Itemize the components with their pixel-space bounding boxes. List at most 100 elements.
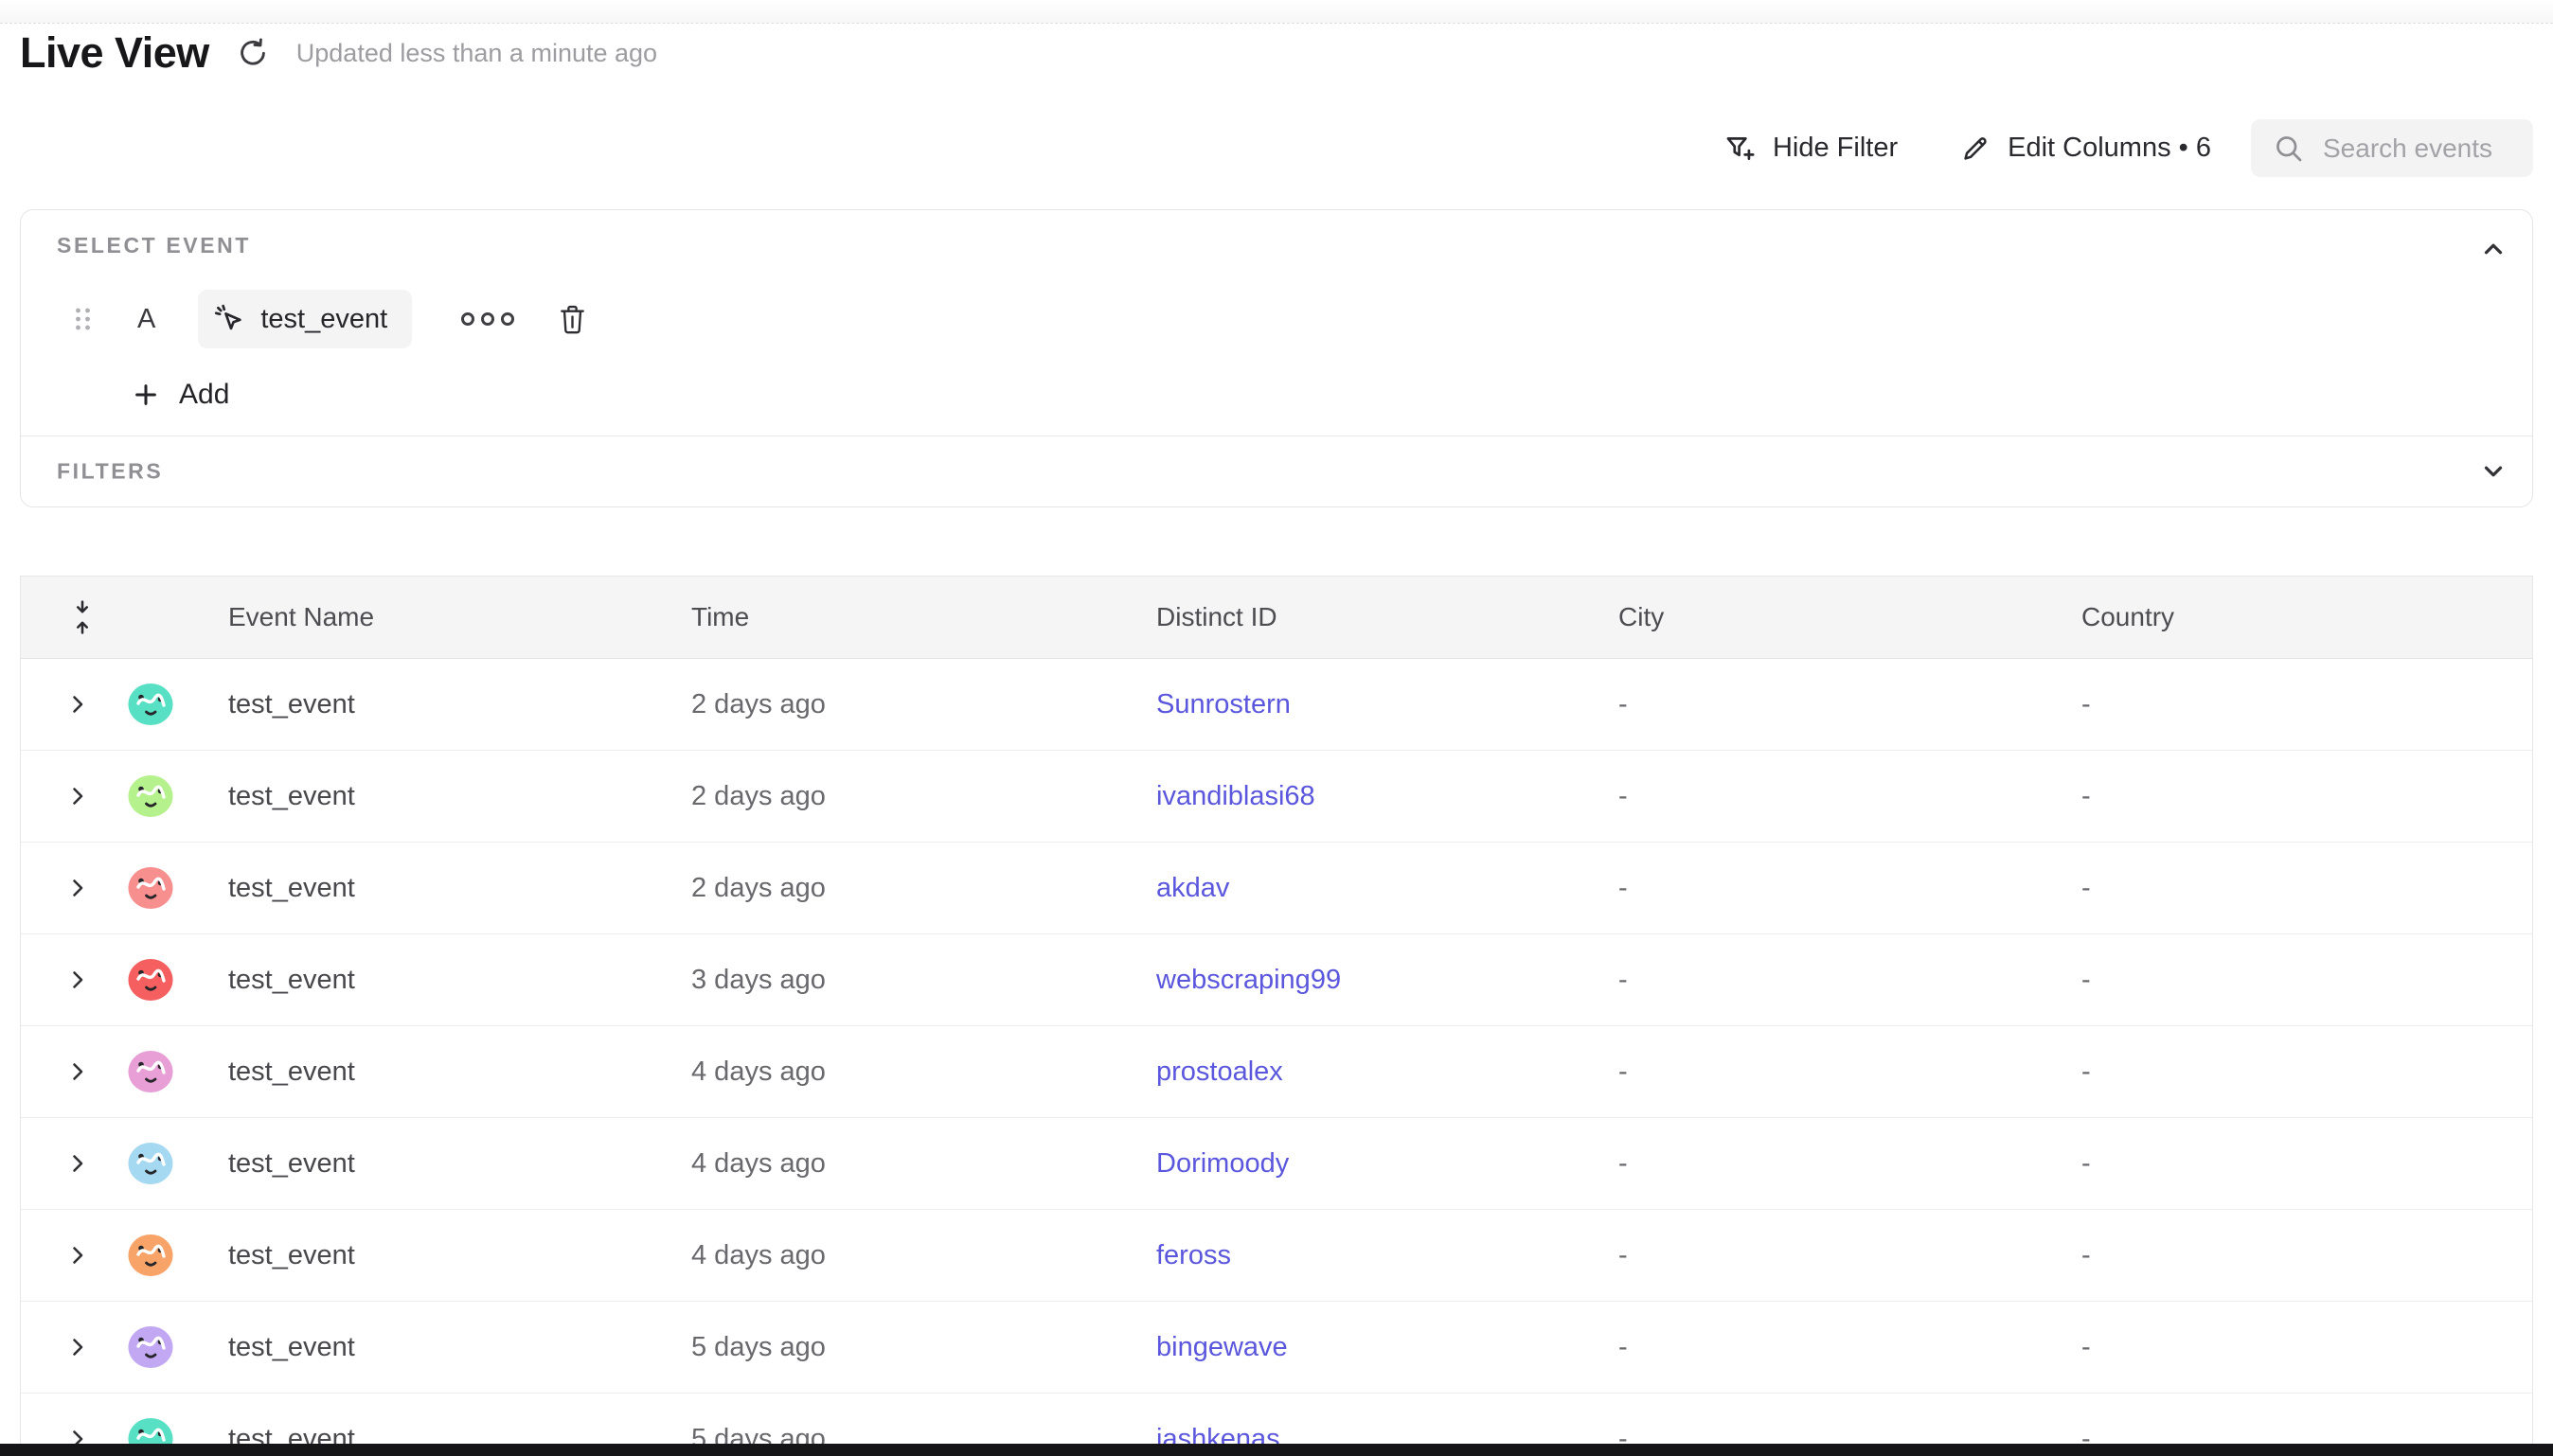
country-cell: -: [2066, 873, 2532, 904]
row-expander-button[interactable]: [21, 1062, 106, 1081]
event-name-cell: test_event: [213, 1056, 676, 1088]
add-event-button[interactable]: Add: [132, 373, 229, 417]
row-expander-button[interactable]: [21, 1338, 106, 1357]
avatar: [128, 1050, 173, 1093]
cursor-click-icon: [213, 303, 245, 335]
country-cell: -: [2066, 1056, 2532, 1088]
table-row: test_event 3 days ago webscraping99 - -: [21, 934, 2532, 1026]
events-table: Event Name Time Distinct ID City Country: [20, 576, 2533, 1456]
column-header-distinct-id[interactable]: Distinct ID: [1141, 602, 1603, 632]
row-expander-button[interactable]: [21, 879, 106, 897]
country-cell: -: [2066, 781, 2532, 812]
query-builder-panel: SELECT EVENT A: [20, 209, 2533, 507]
pencil-icon: [1960, 133, 1991, 164]
drag-handle[interactable]: [73, 305, 93, 333]
country-cell: -: [2066, 1240, 2532, 1271]
table-row: test_event 4 days ago Dorimoody - -: [21, 1118, 2532, 1210]
event-name-cell: test_event: [213, 965, 676, 996]
distinct-id-link[interactable]: Dorimoody: [1141, 1148, 1603, 1180]
table-header-row: Event Name Time Distinct ID City Country: [21, 577, 2532, 659]
avatar-cell: [106, 683, 213, 726]
row-expander-button[interactable]: [21, 695, 106, 714]
time-cell: 3 days ago: [676, 965, 1141, 996]
chevron-right-icon: [72, 695, 84, 714]
collapse-rows-icon: [72, 600, 93, 634]
distinct-id-link[interactable]: ivandiblasi68: [1141, 781, 1603, 812]
refresh-button[interactable]: [236, 36, 270, 70]
row-expander-button[interactable]: [21, 787, 106, 806]
chevron-right-icon: [72, 1062, 84, 1081]
refresh-icon: [236, 36, 270, 70]
city-cell: -: [1603, 873, 2066, 904]
column-header-event-name[interactable]: Event Name: [213, 602, 676, 632]
city-cell: -: [1603, 1056, 2066, 1088]
time-cell: 4 days ago: [676, 1056, 1141, 1088]
event-name-cell: test_event: [213, 781, 676, 812]
search-input[interactable]: [2323, 133, 2516, 164]
delete-event-button[interactable]: [559, 304, 586, 335]
chevron-right-icon: [72, 787, 84, 806]
time-cell: 4 days ago: [676, 1240, 1141, 1271]
row-expander-button[interactable]: [21, 970, 106, 989]
chevron-right-icon: [72, 879, 84, 897]
avatar: [128, 774, 173, 818]
event-name-cell: test_event: [213, 1240, 676, 1271]
avatar: [128, 1142, 173, 1185]
event-name-cell: test_event: [213, 1332, 676, 1363]
table-row: test_event 2 days ago akdav - -: [21, 843, 2532, 934]
row-expander-button[interactable]: [21, 1246, 106, 1265]
edit-columns-label: Edit Columns • 6: [2008, 133, 2211, 164]
distinct-id-link[interactable]: feross: [1141, 1240, 1603, 1271]
city-cell: -: [1603, 1240, 2066, 1271]
time-cell: 2 days ago: [676, 873, 1141, 904]
event-select-button[interactable]: test_event: [198, 290, 412, 348]
event-row-letter: A: [137, 304, 155, 335]
search-icon: [2272, 132, 2306, 166]
table-row: test_event 5 days ago bingewave - -: [21, 1302, 2532, 1394]
table-row: test_event 4 days ago feross - -: [21, 1210, 2532, 1302]
city-cell: -: [1603, 781, 2066, 812]
event-options-icon[interactable]: [461, 312, 514, 326]
collapse-section-button[interactable]: [2479, 235, 2508, 263]
country-cell: -: [2066, 1148, 2532, 1180]
chevron-up-icon: [2479, 235, 2508, 263]
filters-section: FILTERS: [21, 435, 2532, 506]
chevron-right-icon: [72, 1338, 84, 1357]
filters-label: FILTERS: [57, 459, 163, 485]
distinct-id-link[interactable]: Sunrostern: [1141, 689, 1603, 720]
city-cell: -: [1603, 1148, 2066, 1180]
avatar-cell: [106, 1142, 213, 1185]
bottom-edge-bar: [0, 1444, 2553, 1456]
toolbar: Hide Filter Edit Columns • 6: [1723, 119, 2533, 177]
filter-plus-icon: [1723, 133, 1756, 165]
column-header-country[interactable]: Country: [2066, 602, 2532, 632]
hide-filter-button[interactable]: Hide Filter: [1723, 133, 1898, 165]
event-name-cell: test_event: [213, 1148, 676, 1180]
row-expander-button[interactable]: [21, 1154, 106, 1173]
select-event-section: SELECT EVENT A: [21, 210, 2532, 435]
table-row: test_event 4 days ago prostoalex - -: [21, 1026, 2532, 1118]
distinct-id-link[interactable]: prostoalex: [1141, 1056, 1603, 1088]
edit-columns-button[interactable]: Edit Columns • 6: [1960, 133, 2211, 164]
city-cell: -: [1603, 689, 2066, 720]
add-label: Add: [179, 379, 229, 411]
distinct-id-link[interactable]: bingewave: [1141, 1332, 1603, 1363]
time-cell: 5 days ago: [676, 1332, 1141, 1363]
chevron-right-icon: [72, 1154, 84, 1173]
avatar-cell: [106, 1325, 213, 1369]
avatar-cell: [106, 1234, 213, 1277]
trash-icon: [559, 304, 586, 335]
table-row: test_event 2 days ago ivandiblasi68 - -: [21, 751, 2532, 843]
avatar-cell: [106, 958, 213, 1002]
collapse-all-button[interactable]: [21, 600, 106, 634]
chevron-right-icon: [72, 1246, 84, 1265]
city-cell: -: [1603, 965, 2066, 996]
distinct-id-link[interactable]: akdav: [1141, 873, 1603, 904]
expand-filters-button[interactable]: [2479, 457, 2508, 486]
search-box[interactable]: [2251, 119, 2533, 177]
column-header-city[interactable]: City: [1603, 602, 2066, 632]
distinct-id-link[interactable]: webscraping99: [1141, 965, 1603, 996]
select-event-label: SELECT EVENT: [57, 233, 251, 258]
page-title: Live View: [20, 28, 209, 78]
column-header-time[interactable]: Time: [676, 602, 1141, 632]
